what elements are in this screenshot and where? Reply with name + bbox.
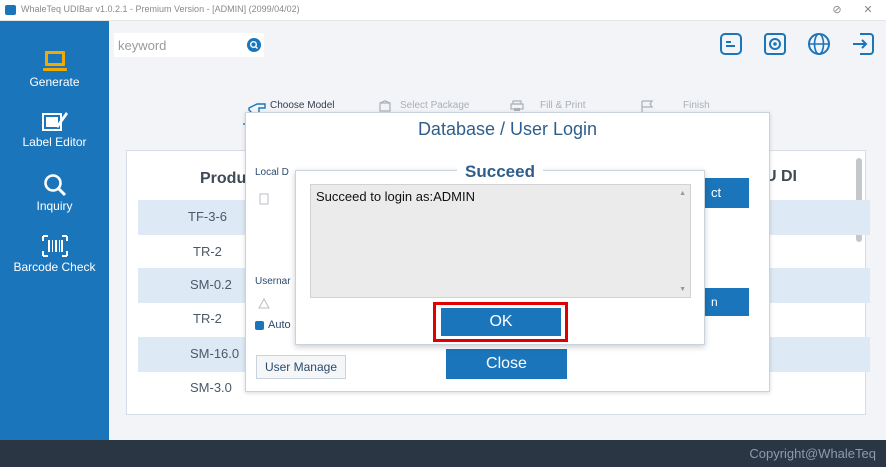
search-icon[interactable] xyxy=(247,38,261,52)
step-finish: Finish xyxy=(683,100,710,111)
user-icon xyxy=(258,298,270,309)
close-window-button[interactable]: ✕ xyxy=(857,2,879,18)
sidebar-item-barcode-check[interactable]: Barcode Check xyxy=(0,233,109,274)
sidebar-item-label: Generate xyxy=(29,75,80,89)
database-icon xyxy=(259,193,269,205)
local-db-label: Local D xyxy=(255,167,289,178)
table-cell: SM-0.2 xyxy=(190,277,232,292)
minimize-button[interactable]: ⊘ xyxy=(826,2,848,18)
step-select-package: Select Package xyxy=(400,100,470,111)
auto-login-label: Auto xyxy=(268,319,291,331)
package-icon xyxy=(379,100,391,112)
search-icon xyxy=(43,174,66,197)
succeed-dialog-title: Succeed xyxy=(296,162,704,182)
username-label: Usernar xyxy=(255,276,291,287)
barcode-icon xyxy=(41,235,68,257)
table-cell: TR-2 xyxy=(193,244,222,259)
window-title: WhaleTeq UDIBar v1.0.2.1 - Premium Versi… xyxy=(21,4,300,14)
app-icon xyxy=(5,5,16,15)
ok-button[interactable]: OK xyxy=(441,308,561,336)
close-button[interactable]: Close xyxy=(446,349,567,379)
sidebar-item-generate[interactable]: Generate xyxy=(0,48,109,89)
footer: Copyright@WhaleTeq xyxy=(0,440,886,467)
step-choose-model: Choose Model xyxy=(270,100,335,111)
auto-login-checkbox[interactable] xyxy=(255,321,264,330)
printer-icon xyxy=(510,100,524,111)
sidebar-item-inquiry[interactable]: Inquiry xyxy=(0,172,109,213)
settings-icon[interactable] xyxy=(762,31,788,57)
table-cell: TF-3-6 xyxy=(188,209,227,224)
sidebar-item-label: Label Editor xyxy=(22,135,87,149)
column-header-product: Produ xyxy=(200,170,247,187)
template-icon[interactable] xyxy=(718,31,744,57)
sidebar-item-label: Inquiry xyxy=(36,199,73,213)
sidebar-item-label: Barcode Check xyxy=(13,260,96,274)
select-button[interactable]: ct xyxy=(701,178,749,208)
search-input[interactable] xyxy=(118,36,236,54)
succeed-title-text: Succeed xyxy=(457,162,543,181)
scroll-up-icon[interactable]: ▲ xyxy=(679,190,686,197)
login-button[interactable]: n xyxy=(701,288,749,316)
copyright-text: Copyright@WhaleTeq xyxy=(749,446,876,461)
globe-icon[interactable] xyxy=(806,31,832,57)
logout-icon[interactable] xyxy=(850,31,876,57)
message-box: Succeed to login as:ADMIN ▲ ▼ xyxy=(310,184,691,298)
label-edit-icon xyxy=(41,112,68,131)
table-cell: SM-3.0 xyxy=(190,380,232,395)
table-cell: SM-16.0 xyxy=(190,346,240,361)
step-fill-print: Fill & Print xyxy=(540,100,586,111)
user-manage-button[interactable]: User Manage xyxy=(256,355,346,379)
sidebar: Generate Label Editor Inquiry Barcode Ch… xyxy=(0,21,109,440)
succeed-message: Succeed to login as:ADMIN xyxy=(316,189,475,204)
table-cell: TR-2 xyxy=(193,311,222,326)
login-dialog-title: Database / User Login xyxy=(417,119,598,139)
title-bar: WhaleTeq UDIBar v1.0.2.1 - Premium Versi… xyxy=(0,0,886,21)
laptop-icon xyxy=(42,51,67,71)
sidebar-item-label-editor[interactable]: Label Editor xyxy=(0,108,109,149)
scroll-down-icon[interactable]: ▼ xyxy=(679,286,686,293)
search-box xyxy=(114,33,264,57)
